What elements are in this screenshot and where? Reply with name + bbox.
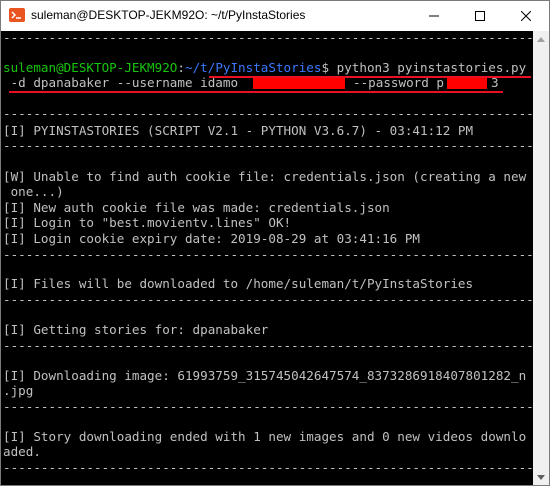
prompt-dollar: $ (321, 60, 337, 75)
minimize-icon (429, 15, 439, 17)
separator-line: ----------------------------------------… (3, 106, 549, 121)
output-warning: [W] Unable to find auth cookie file: cre… (3, 169, 527, 184)
maximize-button[interactable] (457, 1, 503, 31)
output-login: [I] Login to "best.movientv.lines" OK! (3, 215, 292, 230)
separator-line: ----------------------------------------… (3, 292, 549, 307)
separator-line: ----------------------------------------… (3, 247, 549, 262)
prompt-user: suleman@DESKTOP-JEKM92O (3, 60, 178, 75)
redacted-username (253, 78, 345, 89)
command-args: -d dpanabaker --username idamo (3, 75, 239, 90)
close-icon (521, 11, 531, 21)
prompt-separator: : (177, 60, 185, 75)
vertical-scrollbar[interactable] (533, 31, 549, 485)
output-getting-stories: [I] Getting stories for: dpanabaker (3, 322, 269, 337)
separator-line: ----------------------------------------… (3, 30, 549, 45)
scrollbar-thumb[interactable] (537, 51, 545, 461)
output-ended: [I] Story downloading ended with 1 new i… (3, 429, 527, 444)
chevron-up-icon (537, 36, 545, 42)
command-text: python3 pyinstastories.py (336, 60, 527, 75)
output-downloading: [I] Downloading image: 61993759_31574504… (3, 368, 527, 383)
output-warning-cont: one...) (3, 184, 64, 199)
close-button[interactable] (503, 1, 549, 31)
command-continuation: -d dpanabaker --username idamo (3, 75, 238, 90)
output-ended-cont: aded. (3, 444, 41, 459)
minimize-button[interactable] (411, 1, 457, 31)
chevron-down-icon (537, 474, 545, 480)
scroll-down-button[interactable] (533, 469, 549, 485)
separator-line: ----------------------------------------… (3, 338, 549, 353)
maximize-icon (475, 11, 485, 21)
redacted-password (447, 78, 487, 89)
prompt-path: ~/t/PyInstaStories (184, 60, 322, 75)
separator-line: ----------------------------------------… (3, 460, 549, 475)
output-download-dir: [I] Files will be downloaded to /home/su… (3, 276, 474, 291)
separator-line: ----------------------------------------… (3, 138, 549, 153)
prompt-line: suleman@DESKTOP-JEKM92O:~/t/PyInstaStori… (3, 60, 526, 75)
terminal-output[interactable]: ----------------------------------------… (1, 30, 549, 485)
output-expiry: [I] Login cookie expiry date: 2019-08-29… (3, 231, 421, 246)
ubuntu-terminal-icon (9, 8, 25, 22)
title-bar[interactable]: suleman@DESKTOP-JEKM92O: ~/t/PyInstaStor… (1, 1, 549, 31)
scroll-up-button[interactable] (533, 31, 549, 47)
output-new-cookie: [I] New auth cookie file was made: crede… (3, 200, 390, 215)
output-downloading-cont: .jpg (3, 383, 34, 398)
annotation-underline-top (209, 76, 531, 78)
separator-line: ----------------------------------------… (3, 399, 549, 414)
terminal-window: suleman@DESKTOP-JEKM92O: ~/t/PyInstaStor… (0, 0, 550, 486)
annotation-underline-bottom (9, 91, 503, 93)
window-title: suleman@DESKTOP-JEKM92O: ~/t/PyInstaStor… (31, 8, 306, 22)
output-header: [I] PYINSTASTORIES (SCRIPT V2.1 - PYTHON… (3, 123, 474, 138)
